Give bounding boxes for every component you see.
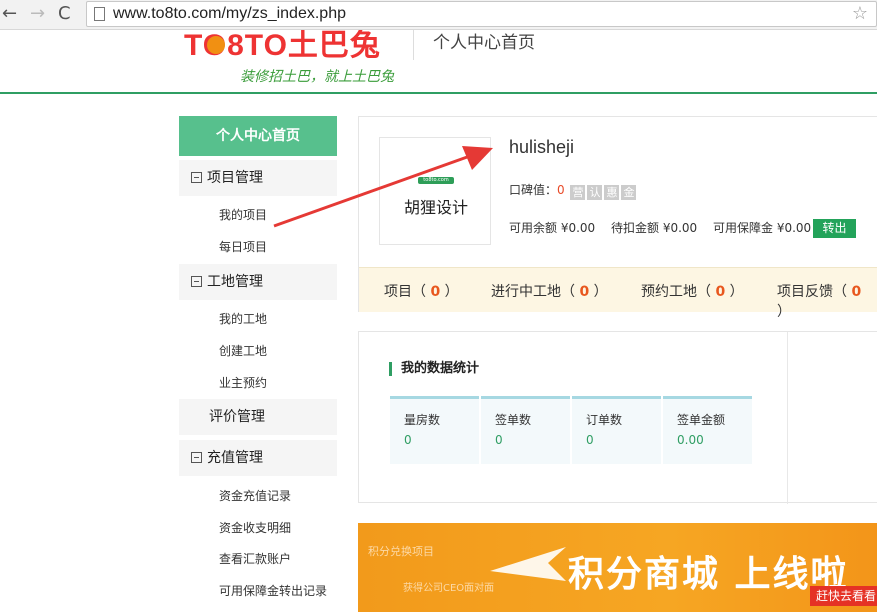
stats-bar: 项目（ 0 ） 进行中工地（ 0 ） 预约工地（ 0 ） 项目反馈（ 0 ） [359, 267, 877, 320]
sidebar-item-my-projects[interactable]: 我的项目 [219, 206, 267, 223]
stat-value: 0 [430, 284, 441, 300]
sidebar-group-recharge[interactable]: 充值管理 [179, 440, 337, 476]
data-stats-panel: 我的数据统计 量房数 0 签单数 0 订单数 0 签单金额 0.00 [358, 331, 877, 504]
avatar-site-badge: to8to.com [418, 177, 454, 184]
forward-icon[interactable]: → [30, 4, 45, 24]
sidebar-item-owner-booking[interactable]: 业主预约 [219, 374, 267, 391]
site-header: TO8TO土巴兔 装修招土巴，就上土巴兔 个人中心首页 [0, 30, 877, 94]
sidebar-group-label: 评价管理 [209, 409, 265, 425]
profile-card: to8to.com 胡狸设计 hulisheji 口碑值：0 营认惠金 可用余额… [358, 116, 877, 320]
data-col-value: 0 [586, 433, 594, 447]
data-col-label: 订单数 [586, 413, 623, 427]
url-text[interactable]: www.to8to.com/my/zs_index.php [113, 5, 346, 23]
page-title: 个人中心首页 [433, 33, 535, 53]
banner-cta-button[interactable]: 赶快去看看 [810, 586, 877, 606]
sidebar-item-remit-account[interactable]: 查看汇款账户 [219, 550, 291, 567]
available-balance: 可用余额 ¥0.00 [509, 221, 596, 235]
data-col-label: 签单金额 [677, 413, 726, 427]
data-col-value: 0 [404, 433, 412, 447]
browser-toolbar: ← → C www.to8to.com/my/zs_index.php ☆ [0, 0, 877, 30]
stat-active-sites[interactable]: 进行中工地（ 0 ） [491, 281, 608, 301]
sidebar-item-recharge-records[interactable]: 资金充值记录 [219, 487, 291, 504]
sidebar-group-label: 充值管理 [207, 450, 263, 466]
data-col-measure: 量房数 0 [390, 396, 479, 464]
banner-subtitle: 积分兑换项目 [368, 545, 434, 558]
avatar[interactable]: to8to.com 胡狸设计 [379, 137, 491, 245]
data-col-signed: 签单数 0 [481, 396, 570, 464]
panel-divider [787, 332, 788, 504]
sidebar-group-label: 工地管理 [207, 274, 263, 290]
banner-subtitle-2: 获得公司CEO面对面 [403, 583, 495, 594]
sidebar-group-label: 项目管理 [207, 170, 263, 186]
stat-label: 项目反馈 [777, 284, 833, 300]
business-badge-icon[interactable]: 营 [570, 185, 586, 200]
data-col-label: 量房数 [404, 413, 441, 427]
sidebar-group-review[interactable]: 评价管理 [179, 399, 337, 435]
collapse-icon[interactable] [191, 172, 202, 183]
guarantee-balance: 可用保障金 ¥0.00 [713, 221, 812, 235]
data-col-signed-amount: 签单金额 0.00 [663, 396, 752, 464]
stat-booked-sites[interactable]: 预约工地（ 0 ） [641, 281, 744, 301]
balances-row: 可用余额 ¥0.00 待扣金额 ¥0.00 可用保障金 ¥0.00 [509, 219, 811, 236]
stat-value: 0 [715, 284, 726, 300]
data-col-value: 0 [495, 433, 503, 447]
page-icon [94, 7, 105, 21]
stat-label: 预约工地 [641, 284, 697, 300]
avatar-company-name: 胡狸设计 [403, 198, 468, 217]
gold-badge-icon[interactable]: 金 [621, 185, 637, 200]
stat-value: 0 [579, 284, 590, 300]
collapse-icon[interactable] [191, 452, 202, 463]
sidebar-item-guarantee-transfer-records[interactable]: 可用保障金转出记录 [219, 582, 327, 599]
stat-projects[interactable]: 项目（ 0 ） [384, 281, 459, 301]
site-logo[interactable]: TO8TO土巴兔 装修招土巴，就上土巴兔 [184, 30, 404, 90]
collapse-icon[interactable] [191, 276, 202, 287]
sidebar: 个人中心首页 项目管理 我的项目 每日项目 工地管理 我的工地 创建工地 业主预… [179, 116, 337, 612]
reputation-row: 口碑值：0 营认惠金 [509, 181, 637, 200]
points-mall-banner[interactable]: 积分兑换项目 获得公司CEO面对面 积分商城 上线啦 赶快去看看 [358, 523, 877, 612]
stat-project-feedback[interactable]: 项目反馈（ 0 ） [777, 281, 877, 321]
data-col-label: 签单数 [495, 413, 532, 427]
data-col-orders: 订单数 0 [572, 396, 661, 464]
address-bar[interactable]: www.to8to.com/my/zs_index.php ☆ [86, 1, 877, 27]
sidebar-item-home[interactable]: 个人中心首页 [179, 116, 337, 156]
discount-badge-icon[interactable]: 惠 [604, 185, 620, 200]
reputation-value: 0 [557, 183, 565, 197]
sidebar-group-project[interactable]: 项目管理 [179, 160, 337, 196]
header-divider [413, 30, 414, 60]
sidebar-item-create-site[interactable]: 创建工地 [219, 342, 267, 359]
data-col-value: 0.00 [677, 433, 704, 447]
bookmark-star-icon[interactable]: ☆ [852, 3, 868, 24]
back-icon[interactable]: ← [2, 4, 17, 24]
banner-headline: 积分商城 上线啦 [568, 554, 849, 595]
reload-icon[interactable]: C [58, 4, 71, 24]
transfer-out-button[interactable]: 转出 [813, 219, 856, 238]
sidebar-item-fund-details[interactable]: 资金收支明细 [219, 519, 291, 536]
banner-ribbon-icon [490, 547, 566, 581]
stat-label: 进行中工地 [491, 284, 561, 300]
pending-amount: 待扣金额 ¥0.00 [611, 221, 698, 235]
reputation-label: 口碑值： [509, 183, 558, 197]
stat-value: 0 [851, 284, 862, 300]
verified-badge-icon[interactable]: 认 [587, 185, 603, 200]
data-stats-title: 我的数据统计 [389, 362, 479, 376]
username: hulisheji [509, 137, 575, 157]
sidebar-group-site[interactable]: 工地管理 [179, 264, 337, 300]
sidebar-item-my-sites[interactable]: 我的工地 [219, 310, 267, 327]
logo-sun-icon [207, 36, 225, 54]
logo-slogan: 装修招土巴，就上土巴兔 [240, 69, 394, 85]
stat-label: 项目 [384, 284, 412, 300]
sidebar-item-daily-projects[interactable]: 每日项目 [219, 238, 267, 255]
